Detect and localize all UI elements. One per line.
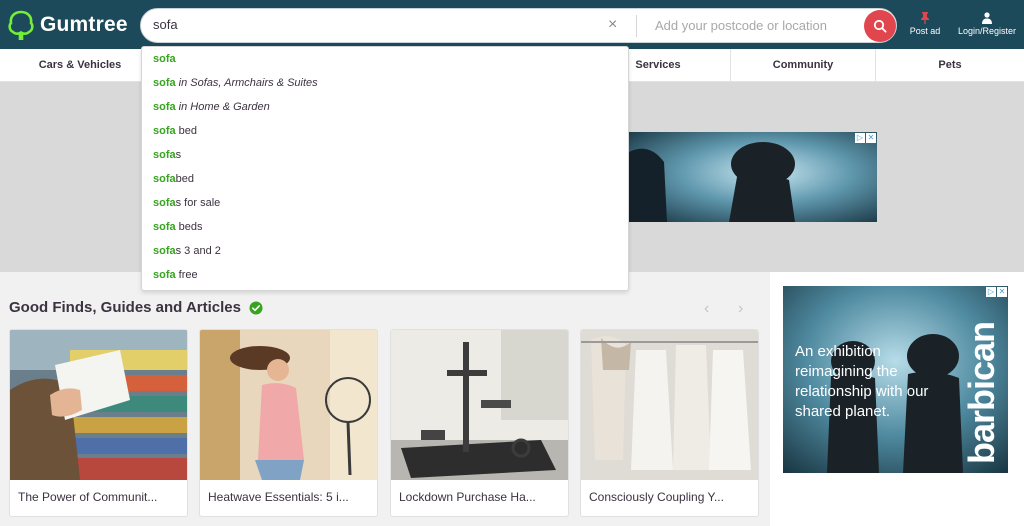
article-card[interactable]: Heatwave Essentials: 5 i... (199, 329, 378, 517)
tree-icon (8, 10, 34, 40)
suggestion-match: sofa (153, 197, 176, 209)
clear-search-icon[interactable]: × (608, 16, 617, 34)
suggestion-rest: s for sale (175, 197, 221, 209)
verified-check-icon (249, 301, 263, 315)
ad-copy: An exhibition reimagining the relationsh… (795, 343, 929, 420)
search-suggestion[interactable]: sofabed (153, 167, 194, 191)
article-card[interactable]: The Power of Communit... (9, 329, 188, 517)
search-suggestion[interactable]: sofas for sale (153, 191, 220, 215)
post-ad-button[interactable]: Post ad (903, 12, 947, 36)
suggestion-match: sofa (153, 221, 176, 233)
side-ad[interactable]: An exhibition reimagining the relationsh… (783, 286, 1008, 473)
login-register-label: Login/Register (957, 26, 1017, 36)
search-suggestion[interactable]: sofas 3 and 2 (153, 239, 221, 263)
logo-text: Gumtree (40, 13, 128, 36)
article-card[interactable]: Consciously Coupling Y... (580, 329, 759, 517)
search-suggestion[interactable]: sofa bed (153, 119, 197, 143)
suggestion-match: sofa (153, 77, 176, 89)
suggestion-rest: beds (175, 221, 203, 233)
gumtree-logo[interactable]: Gumtree (8, 10, 128, 40)
ad-info-icon[interactable]: ▷ (855, 133, 865, 143)
suggestion-category: in Sofas, Armchairs & Suites (175, 77, 318, 89)
article-title: Heatwave Essentials: 5 i... (208, 490, 349, 504)
search-divider (636, 15, 637, 37)
nav-pets[interactable]: Pets (876, 49, 1024, 81)
suggestion-rest: free (175, 269, 198, 281)
carousel-prev-arrow[interactable]: ‹ (704, 300, 709, 318)
login-register-button[interactable]: Login/Register (952, 12, 1022, 36)
site-header: Gumtree sofa × Add your postcode or loca… (0, 0, 1024, 49)
nav-community[interactable]: Community (731, 49, 876, 81)
suggestion-match: sofa (153, 173, 176, 185)
search-suggestion[interactable]: sofa (153, 47, 176, 71)
suggestion-rest: bed (175, 173, 194, 185)
pin-icon (921, 12, 929, 24)
search-icon (873, 19, 887, 33)
search-button[interactable] (864, 10, 896, 42)
suggestion-match: sofa (153, 245, 176, 257)
search-input[interactable]: sofa (153, 17, 178, 32)
article-title: Consciously Coupling Y... (589, 490, 724, 504)
search-suggestion[interactable]: sofas (153, 143, 181, 167)
article-image (391, 330, 568, 480)
suggestion-category: in Home & Garden (175, 101, 270, 113)
user-icon (982, 12, 992, 24)
suggestion-match: sofa (153, 269, 176, 281)
ad-brand-logo: barbican (961, 321, 1002, 464)
ad-choices[interactable]: ▷ ✕ (986, 287, 1007, 297)
suggestion-rest: bed (175, 125, 198, 137)
suggestion-rest: s 3 and 2 (175, 245, 221, 257)
article-title: Lockdown Purchase Ha... (399, 490, 536, 504)
article-card[interactable]: Lockdown Purchase Ha... (390, 329, 569, 517)
ad-close-icon[interactable]: ✕ (866, 133, 876, 143)
carousel-next-arrow[interactable]: › (738, 300, 743, 318)
ad-close-icon[interactable]: ✕ (997, 287, 1007, 297)
search-suggestion[interactable]: sofa beds (153, 215, 203, 239)
search-suggestion[interactable]: sofa in Home & Garden (153, 95, 270, 119)
ad-artwork (629, 132, 877, 222)
nav-cars-vehicles[interactable]: Cars & Vehicles (0, 49, 161, 81)
search-suggestion[interactable]: sofa in Sofas, Armchairs & Suites (153, 71, 318, 95)
ad-choices[interactable]: ▷ ✕ (855, 133, 876, 143)
section-title: Good Finds, Guides and Articles (9, 299, 241, 316)
ad-info-icon[interactable]: ▷ (986, 287, 996, 297)
suggestion-match: sofa (153, 53, 176, 65)
post-ad-label: Post ad (909, 26, 941, 36)
suggestion-match: sofa (153, 125, 176, 137)
article-image (10, 330, 187, 480)
top-ad-image[interactable]: ▷ ✕ (629, 132, 877, 222)
search-suggestions-dropdown: sofa sofa in Sofas, Armchairs & Suites sof… (141, 46, 629, 291)
location-input[interactable]: Add your postcode or location (655, 18, 827, 33)
search-bar: sofa × Add your postcode or location (140, 8, 897, 43)
suggestion-match: sofa (153, 149, 176, 161)
search-suggestion[interactable]: sofa free (153, 263, 198, 287)
article-image (581, 330, 758, 480)
suggestion-match: sofa (153, 101, 176, 113)
suggestion-rest: s (175, 149, 182, 161)
article-image (200, 330, 377, 480)
article-title: The Power of Communit... (18, 490, 158, 504)
